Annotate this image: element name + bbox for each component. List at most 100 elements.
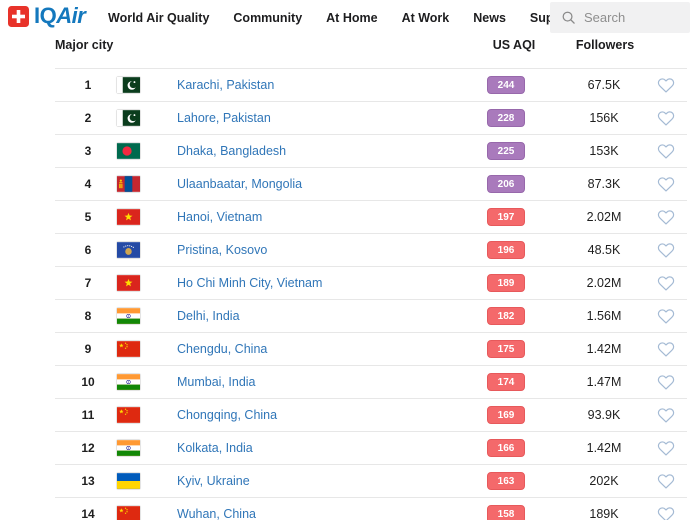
followers-count: 189K [569, 507, 639, 520]
followers-count: 48.5K [569, 243, 639, 257]
city-ranking-table: 1 Karachi, Pakistan 244 67.5K 2 Lahore, Pakis… [55, 68, 687, 520]
aqi-badge: 197 [487, 208, 525, 226]
follow-heart-button[interactable] [657, 142, 675, 160]
table-row[interactable]: 7 Ho Chi Minh City, Vietnam 189 2.02M [55, 266, 687, 299]
aqi-badge: 169 [487, 406, 525, 424]
main-nav: World Air Quality Community At Home At Work… [108, 0, 578, 36]
city-link[interactable]: Pristina, Kosovo [177, 243, 267, 257]
table-row[interactable]: 8Delhi, India1821.56M [55, 299, 687, 332]
aqi-badge: 206 [487, 175, 525, 193]
follow-heart-button[interactable] [657, 373, 675, 391]
pakistan-flag-icon [117, 77, 140, 93]
table-row[interactable]: 1 Karachi, Pakistan 244 67.5K [55, 68, 687, 101]
pakistan-flag-icon [117, 110, 140, 126]
followers-count: 1.47M [569, 375, 639, 389]
china-flag-icon [117, 407, 140, 423]
table-row[interactable]: 14Wuhan, China158189K [55, 497, 687, 520]
rank-number: 6 [68, 243, 108, 257]
city-link[interactable]: Karachi, Pakistan [177, 78, 274, 92]
follow-heart-button[interactable] [657, 505, 675, 520]
follow-heart-button[interactable] [657, 109, 675, 127]
rank-number: 7 [68, 276, 108, 290]
city-link[interactable]: Mumbai, India [177, 375, 256, 389]
vietnam-flag-icon [117, 209, 140, 225]
city-link[interactable]: Lahore, Pakistan [177, 111, 271, 125]
nav-item-at-work[interactable]: At Work [402, 11, 450, 25]
table-row[interactable]: 4 Ulaanbaatar, Mongolia 206 87.3K [55, 167, 687, 200]
search-input[interactable] [584, 10, 679, 25]
table-row[interactable]: 10Mumbai, India1741.47M [55, 365, 687, 398]
nav-item-community[interactable]: Community [233, 11, 302, 25]
followers-count: 153K [569, 144, 639, 158]
followers-count: 2.02M [569, 276, 639, 290]
iqair-ranking-page: IQAir World Air Quality Community At Home A… [0, 0, 690, 520]
india-flag-icon [117, 440, 140, 456]
india-flag-icon [117, 308, 140, 324]
aqi-badge: 175 [487, 340, 525, 358]
table-row[interactable]: 11Chongqing, China16993.9K [55, 398, 687, 431]
column-header-major-city: Major city [55, 38, 113, 52]
mongolia-flag-icon [117, 176, 140, 192]
rank-number: 2 [68, 111, 108, 125]
city-link[interactable]: Chongqing, China [177, 408, 277, 422]
table-row[interactable]: 12Kolkata, India1661.42M [55, 431, 687, 464]
follow-heart-button[interactable] [657, 76, 675, 94]
table-row[interactable]: 6Pristina, Kosovo19648.5K [55, 233, 687, 266]
follow-heart-button[interactable] [657, 307, 675, 325]
aqi-badge: 189 [487, 274, 525, 292]
follow-heart-button[interactable] [657, 406, 675, 424]
table-row[interactable]: 5 Hanoi, Vietnam 197 2.02M [55, 200, 687, 233]
table-row[interactable]: 3Dhaka, Bangladesh225153K [55, 134, 687, 167]
follow-heart-button[interactable] [657, 472, 675, 490]
china-flag-icon [117, 506, 140, 520]
nav-item-at-home[interactable]: At Home [326, 11, 377, 25]
followers-count: 1.42M [569, 441, 639, 455]
follow-heart-button[interactable] [657, 241, 675, 259]
city-link[interactable]: Ulaanbaatar, Mongolia [177, 177, 302, 191]
city-link[interactable]: Dhaka, Bangladesh [177, 144, 286, 158]
rank-number: 4 [68, 177, 108, 191]
logo-air: Air [56, 3, 85, 28]
followers-count: 2.02M [569, 210, 639, 224]
followers-count: 87.3K [569, 177, 639, 191]
table-row[interactable]: 13Kyiv, Ukraine163202K [55, 464, 687, 497]
column-header-followers: Followers [570, 38, 640, 52]
logo-iq: IQ [34, 3, 56, 28]
aqi-badge: 244 [487, 76, 525, 94]
search-box[interactable] [550, 2, 690, 33]
city-link[interactable]: Kyiv, Ukraine [177, 474, 250, 488]
followers-count: 1.56M [569, 309, 639, 323]
city-link[interactable]: Chengdu, China [177, 342, 267, 356]
city-link[interactable]: Kolkata, India [177, 441, 253, 455]
swiss-flag-icon [8, 6, 29, 27]
city-link[interactable]: Hanoi, Vietnam [177, 210, 262, 224]
follow-heart-button[interactable] [657, 439, 675, 457]
followers-count: 156K [569, 111, 639, 125]
iqair-logo[interactable]: IQAir [8, 5, 85, 27]
aqi-badge: 166 [487, 439, 525, 457]
follow-heart-button[interactable] [657, 208, 675, 226]
city-link[interactable]: Ho Chi Minh City, Vietnam [177, 276, 322, 290]
top-navbar: IQAir World Air Quality Community At Home A… [0, 0, 690, 36]
india-flag-icon [117, 374, 140, 390]
nav-item-news[interactable]: News [473, 11, 506, 25]
followers-count: 1.42M [569, 342, 639, 356]
followers-count: 67.5K [569, 78, 639, 92]
rank-number: 13 [68, 474, 108, 488]
rank-number: 5 [68, 210, 108, 224]
aqi-badge: 158 [487, 505, 525, 520]
city-link[interactable]: Wuhan, China [177, 507, 256, 520]
table-row[interactable]: 9Chengdu, China1751.42M [55, 332, 687, 365]
table-row[interactable]: 2 Lahore, Pakistan 228 156K [55, 101, 687, 134]
aqi-badge: 182 [487, 307, 525, 325]
follow-heart-button[interactable] [657, 175, 675, 193]
search-icon [561, 10, 576, 25]
city-link[interactable]: Delhi, India [177, 309, 240, 323]
nav-item-world-air-quality[interactable]: World Air Quality [108, 11, 209, 25]
rank-number: 1 [68, 78, 108, 92]
aqi-badge: 228 [487, 109, 525, 127]
aqi-badge: 225 [487, 142, 525, 160]
aqi-badge: 163 [487, 472, 525, 490]
follow-heart-button[interactable] [657, 340, 675, 358]
follow-heart-button[interactable] [657, 274, 675, 292]
